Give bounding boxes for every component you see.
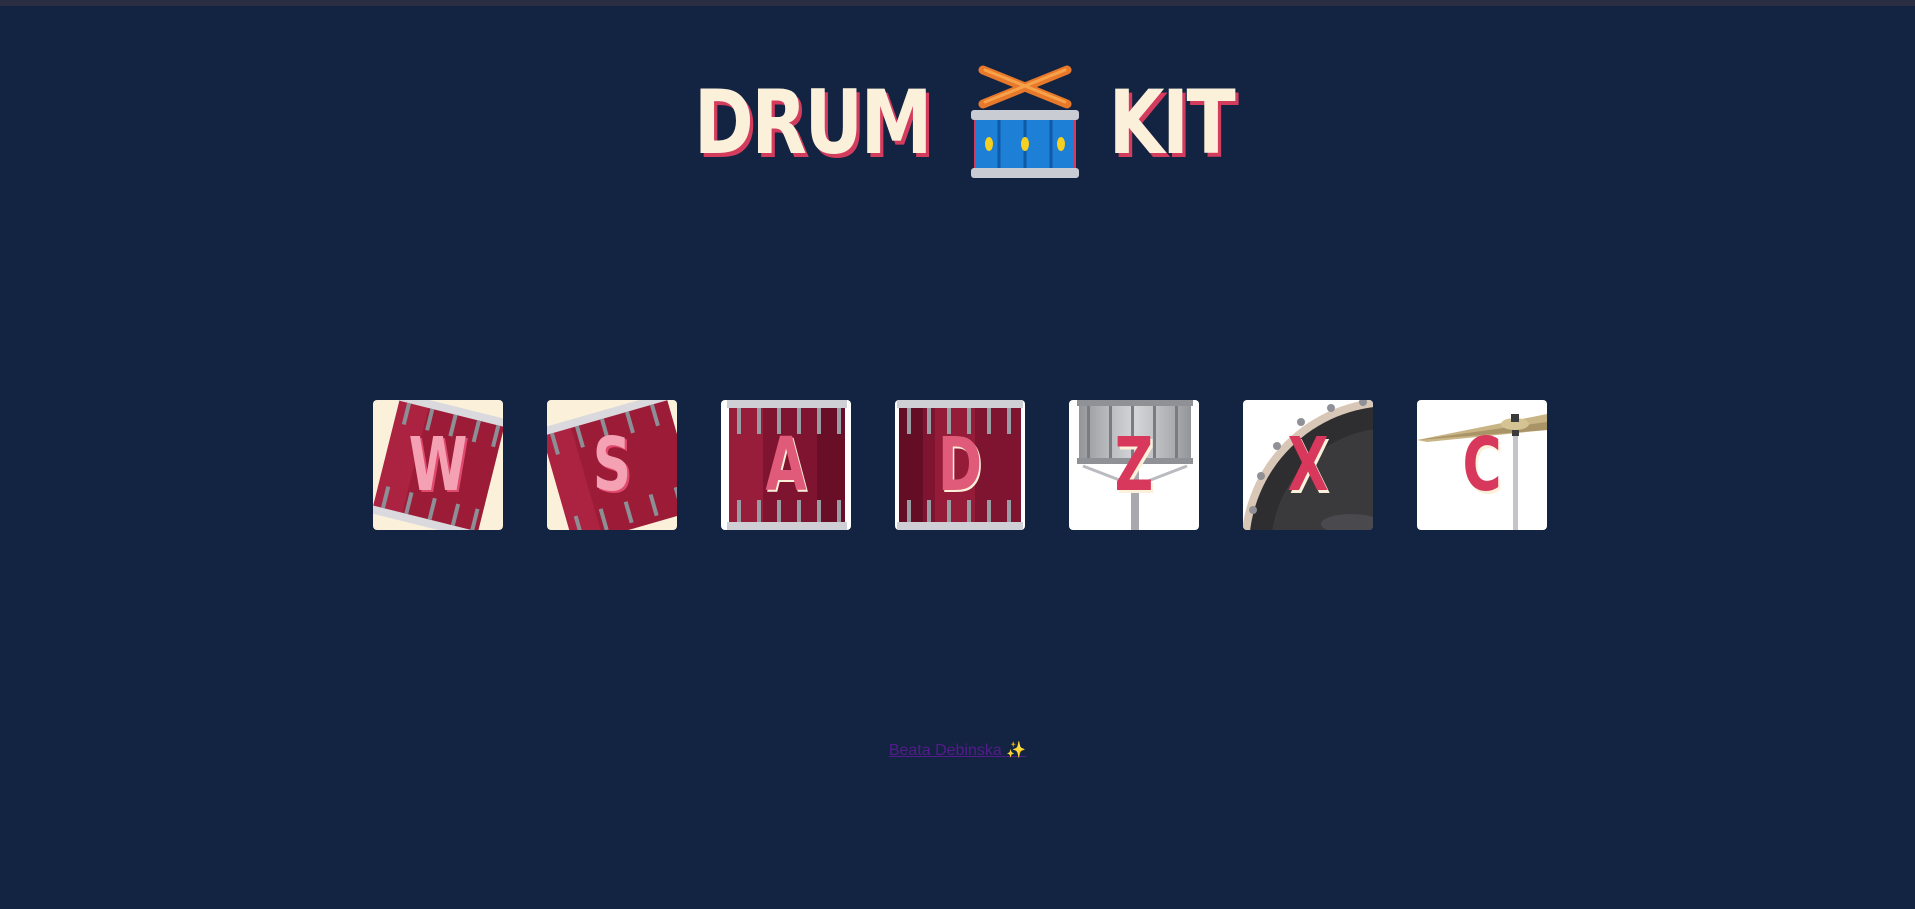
key-letter-s: S	[592, 422, 632, 508]
page-title: DRUM KIT	[0, 64, 1915, 182]
key-letter-c: C	[1462, 422, 1502, 508]
drum-key-a[interactable]: A	[721, 400, 851, 530]
key-letter-d: D	[937, 422, 983, 508]
author-link[interactable]: Beata Debinska ✨	[889, 742, 1026, 759]
sparkle-icon: ✨	[1006, 742, 1027, 759]
window-top-strip	[0, 0, 1915, 6]
key-letter-z: Z	[1114, 422, 1154, 508]
drum-icon	[971, 65, 1080, 178]
author-name: Beata Debinska	[888, 742, 1002, 759]
drum-key-c[interactable]: C	[1417, 400, 1547, 530]
drum-key-s[interactable]: S	[547, 400, 677, 530]
key-letter-a: A	[765, 422, 807, 508]
key-letter-x: X	[1287, 422, 1329, 508]
footer: Beata Debinska ✨	[0, 740, 1915, 760]
title-drum-word: DRUM	[693, 71, 931, 174]
title-kit-word: KIT	[1109, 71, 1236, 174]
drum-key-d[interactable]: D	[895, 400, 1025, 530]
drum-key-w[interactable]: W	[373, 400, 503, 530]
drum-key-x[interactable]: X	[1243, 400, 1373, 530]
drum-key-z[interactable]: Z	[1069, 400, 1199, 530]
drum-keys: W S A D Z X C	[373, 400, 1547, 530]
key-letter-w: W	[408, 422, 468, 508]
